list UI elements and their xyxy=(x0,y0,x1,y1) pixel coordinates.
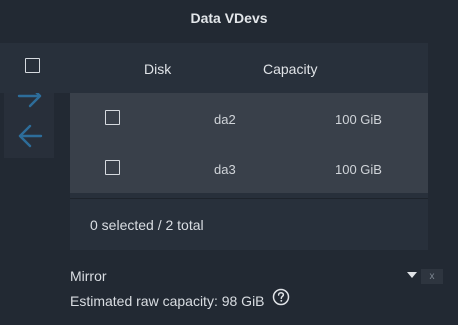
chevron-down-icon[interactable] xyxy=(407,272,417,278)
table-row[interactable]: da2 100 GiB xyxy=(70,93,428,143)
column-header-capacity: Capacity xyxy=(263,61,318,77)
table-row[interactable]: da3 100 GiB xyxy=(70,143,428,193)
select-all-checkbox[interactable] xyxy=(25,58,40,73)
estimated-capacity: Estimated raw capacity: 98 GiB xyxy=(70,293,265,309)
disk-capacity: 100 GiB xyxy=(335,112,382,127)
disk-capacity: 100 GiB xyxy=(335,162,382,177)
column-header-disk: Disk xyxy=(144,61,172,77)
remove-from-vdev-button[interactable] xyxy=(16,122,44,150)
vdev-layout-select[interactable]: Mirror xyxy=(70,268,107,284)
selection-count: 0 selected / 2 total xyxy=(90,217,204,233)
table-footer: 0 selected / 2 total xyxy=(70,199,428,250)
clear-layout-button[interactable]: x xyxy=(421,269,443,284)
table-header-row: Disk Capacity xyxy=(0,43,358,93)
disk-name: da3 xyxy=(214,162,236,177)
row-checkbox[interactable] xyxy=(105,110,120,125)
disk-name: da2 xyxy=(214,112,236,127)
data-vdevs-section: Data VDevs Disk Capacity da2 100 GiB da3 xyxy=(0,0,458,325)
section-title: Data VDevs xyxy=(190,10,268,26)
help-circle-icon[interactable] xyxy=(272,288,290,306)
row-checkbox[interactable] xyxy=(105,160,120,175)
arrow-left-icon xyxy=(18,124,43,148)
